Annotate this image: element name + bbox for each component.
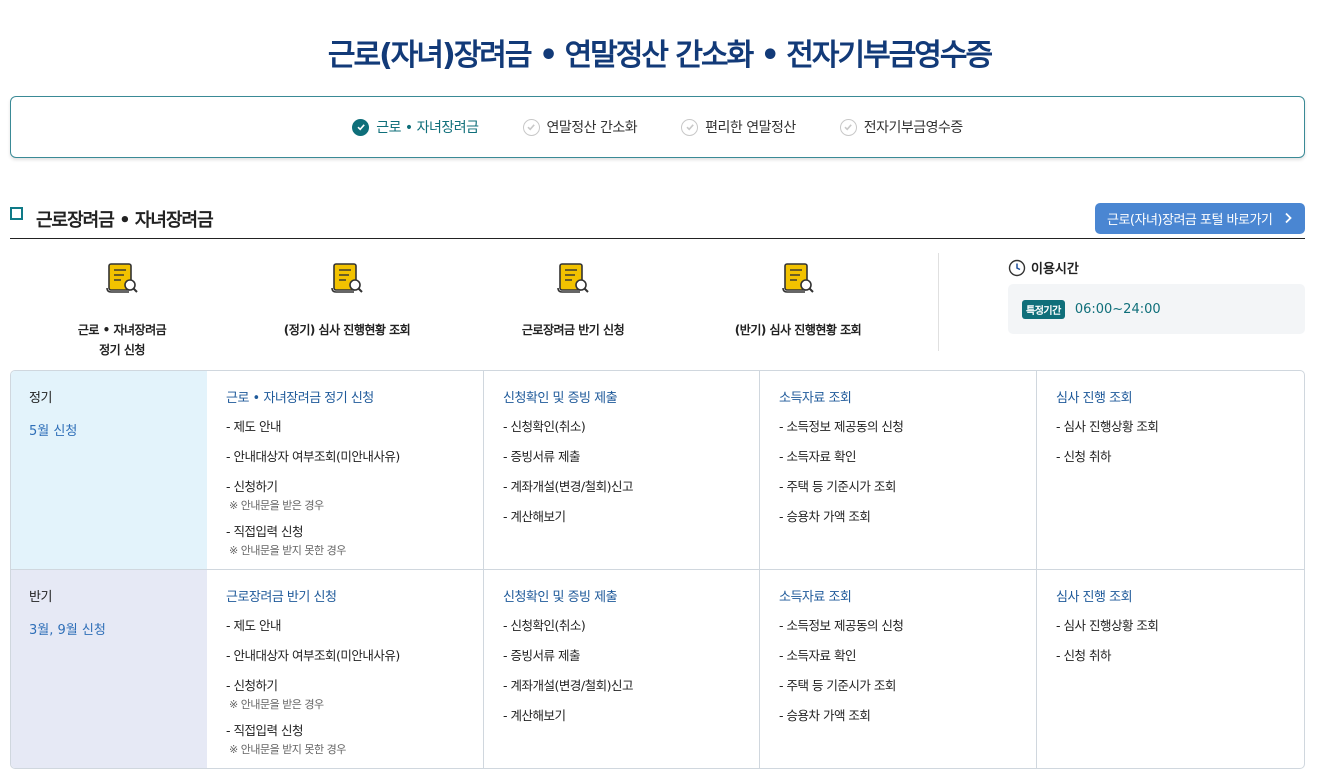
quick-link-label: 근로장려금 반기 신청 (521, 323, 625, 337)
row-header: 정기 5월 신청 (11, 371, 207, 569)
list-item[interactable]: - 심사 진행상황 조회 (1056, 416, 1286, 435)
tab-label: 근로 • 자녀장려금 (376, 120, 479, 136)
row-header: 반기 3월, 9월 신청 (11, 570, 207, 768)
column-title[interactable]: 심사 진행 조회 (1056, 387, 1286, 406)
hours-title: 이용시간 (1008, 258, 1079, 277)
list-item[interactable]: - 신청 취하 (1056, 645, 1286, 664)
check-circle-icon (352, 118, 370, 136)
item-note: ※ 안내문을 받지 못한 경우 (229, 743, 346, 756)
service-grid: 정기 5월 신청 근로 • 자녀장려금 정기 신청 - 제도 안내 - 안내대상… (10, 370, 1305, 769)
list-item[interactable]: - 직접입력 신청 (226, 720, 465, 739)
list-item[interactable]: - 제도 안내 (226, 615, 465, 634)
list-item[interactable]: - 계산해보기 (503, 705, 741, 724)
column-title[interactable]: 소득자료 조회 (779, 387, 1018, 406)
grid-row-half: 반기 3월, 9월 신청 근로장려금 반기 신청 - 제도 안내 - 안내대상자… (11, 570, 1304, 768)
list-item[interactable]: - 신청 취하 (1056, 446, 1286, 465)
document-search-icon (782, 263, 814, 293)
check-circle-icon (839, 118, 857, 136)
quick-link-half-status[interactable]: (반기) 심사 진행현황 조회 (698, 258, 898, 340)
square-bullet-icon (10, 207, 28, 225)
document-search-icon (106, 263, 138, 293)
portal-link-button[interactable]: 근로(자녀)장려금 포털 바로가기 (1095, 203, 1305, 234)
tab-label: 연말정산 간소화 (546, 120, 638, 136)
column-title[interactable]: 근로장려금 반기 신청 (226, 586, 465, 605)
list-item[interactable]: - 계산해보기 (503, 506, 741, 525)
row-title: 반기 (29, 590, 52, 605)
list-item[interactable]: - 주택 등 기준시가 조회 (779, 476, 1018, 495)
column-title[interactable]: 신청확인 및 증빙 제출 (503, 586, 741, 605)
list-item[interactable]: - 소득자료 확인 (779, 446, 1018, 465)
list-item[interactable]: - 계좌개설(변경/철회)신고 (503, 675, 741, 694)
section-title: 근로장려금 • 자녀장려금 (36, 210, 214, 231)
portal-button-label: 근로(자녀)장려금 포털 바로가기 (1107, 213, 1273, 228)
column-title[interactable]: 신청확인 및 증빙 제출 (503, 387, 741, 406)
page-title: 근로(자녀)장려금 • 연말정산 간소화 • 전자기부금영수증 (327, 38, 993, 73)
list-item[interactable]: - 증빙서류 제출 (503, 645, 741, 664)
grid-column: 근로 • 자녀장려금 정기 신청 - 제도 안내 - 안내대상자 여부조회(미안… (207, 371, 483, 569)
tab-earned-income-credit[interactable]: 근로 • 자녀장려금 (352, 117, 479, 137)
hours-title-label: 이용시간 (1031, 262, 1079, 277)
document-search-icon (331, 263, 363, 293)
list-item[interactable]: - 승용차 가액 조회 (779, 705, 1018, 724)
quick-link-label: (반기) 심사 진행현황 조회 (734, 323, 862, 337)
tab-convenient-year-end[interactable]: 편리한 연말정산 (681, 117, 796, 137)
list-item[interactable]: - 신청확인(취소) (503, 416, 741, 435)
column-title[interactable]: 근로 • 자녀장려금 정기 신청 (226, 387, 465, 406)
list-item[interactable]: - 신청확인(취소) (503, 615, 741, 634)
tab-donation-receipt[interactable]: 전자기부금영수증 (839, 117, 964, 137)
item-note: ※ 안내문을 받은 경우 (229, 698, 324, 711)
item-note: ※ 안내문을 받지 못한 경우 (229, 544, 346, 557)
divider (938, 253, 939, 351)
list-item[interactable]: - 소득자료 확인 (779, 645, 1018, 664)
quick-link-label: 근로 • 자녀장려금 정기 신청 (77, 323, 167, 357)
grid-column: 소득자료 조회 - 소득정보 제공동의 신청 - 소득자료 확인 - 주택 등 … (759, 570, 1036, 768)
clock-icon (1008, 259, 1026, 276)
list-item[interactable]: - 증빙서류 제출 (503, 446, 741, 465)
grid-column: 심사 진행 조회 - 심사 진행상황 조회 - 신청 취하 (1036, 371, 1304, 569)
list-item[interactable]: - 신청하기 (226, 476, 465, 495)
quick-link-regular-apply[interactable]: 근로 • 자녀장려금 정기 신청 (22, 258, 222, 360)
list-item[interactable]: - 제도 안내 (226, 416, 465, 435)
tab-label: 편리한 연말정산 (705, 120, 796, 136)
row-subtitle: 5월 신청 (29, 424, 78, 439)
item-note: ※ 안내문을 받은 경우 (229, 499, 324, 512)
grid-column: 신청확인 및 증빙 제출 - 신청확인(취소) - 증빙서류 제출 - 계좌개설… (483, 570, 759, 768)
tab-bar: 근로 • 자녀장려금 연말정산 간소화 편리한 연말정산 전자기부금영수증 (10, 96, 1305, 158)
quick-link-regular-status[interactable]: (정기) 심사 진행현황 조회 (247, 258, 447, 340)
document-search-icon (557, 263, 589, 293)
row-subtitle: 3월, 9월 신청 (29, 623, 106, 638)
quick-link-half-apply[interactable]: 근로장려금 반기 신청 (473, 258, 673, 340)
grid-column: 소득자료 조회 - 소득정보 제공동의 신청 - 소득자료 확인 - 주택 등 … (759, 371, 1036, 569)
column-title[interactable]: 심사 진행 조회 (1056, 586, 1286, 605)
column-title[interactable]: 소득자료 조회 (779, 586, 1018, 605)
row-title: 정기 (29, 391, 52, 406)
list-item[interactable]: - 심사 진행상황 조회 (1056, 615, 1286, 634)
list-item[interactable]: - 소득정보 제공동의 신청 (779, 416, 1018, 435)
chevron-right-icon (1285, 212, 1292, 224)
tab-year-end-simplified[interactable]: 연말정산 간소화 (522, 117, 638, 137)
list-item[interactable]: - 안내대상자 여부조회(미안내사유) (226, 446, 465, 465)
check-circle-icon (522, 118, 540, 136)
grid-column: 신청확인 및 증빙 제출 - 신청확인(취소) - 증빙서류 제출 - 계좌개설… (483, 371, 759, 569)
list-item[interactable]: - 승용차 가액 조회 (779, 506, 1018, 525)
quick-link-label: (정기) 심사 진행현황 조회 (283, 323, 411, 337)
tab-label: 전자기부금영수증 (863, 120, 964, 136)
list-item[interactable]: - 소득정보 제공동의 신청 (779, 615, 1018, 634)
hours-time: 06:00~24:00 (1074, 301, 1161, 317)
list-item[interactable]: - 신청하기 (226, 675, 465, 694)
check-circle-icon (681, 118, 699, 136)
grid-row-regular: 정기 5월 신청 근로 • 자녀장려금 정기 신청 - 제도 안내 - 안내대상… (11, 371, 1304, 570)
list-item[interactable]: - 계좌개설(변경/철회)신고 (503, 476, 741, 495)
hours-box: 특정기간 06:00~24:00 (1008, 284, 1305, 334)
list-item[interactable]: - 안내대상자 여부조회(미안내사유) (226, 645, 465, 664)
section-header: 근로장려금 • 자녀장려금 근로(자녀)장려금 포털 바로가기 (10, 203, 1305, 239)
grid-column: 심사 진행 조회 - 심사 진행상황 조회 - 신청 취하 (1036, 570, 1304, 768)
period-badge: 특정기간 (1022, 299, 1065, 319)
grid-column: 근로장려금 반기 신청 - 제도 안내 - 안내대상자 여부조회(미안내사유) … (207, 570, 483, 768)
list-item[interactable]: - 직접입력 신청 (226, 521, 465, 540)
list-item[interactable]: - 주택 등 기준시가 조회 (779, 675, 1018, 694)
